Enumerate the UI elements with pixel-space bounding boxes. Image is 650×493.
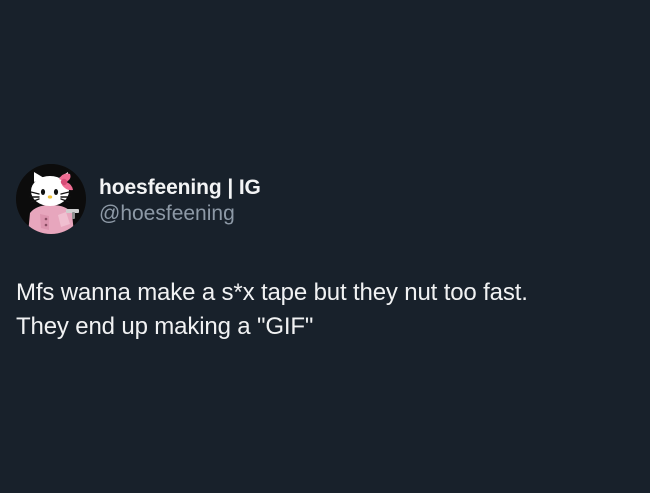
display-name[interactable]: hoesfeening | IG [99, 175, 261, 200]
tweet-text-line-1: Mfs wanna make a s*x tape but they nut t… [16, 279, 528, 306]
avatar[interactable] [16, 164, 86, 234]
author-text: hoesfeening | IG @hoesfeening [99, 175, 261, 226]
tweet-author-row[interactable]: hoesfeening | IG @hoesfeening [16, 164, 261, 234]
tweet-text: Mfs wanna make a s*x tape but they nut t… [16, 276, 626, 344]
hello-kitty-avatar-icon [16, 164, 86, 234]
user-handle[interactable]: @hoesfeening [99, 201, 261, 226]
tweet-text-line-2: They end up making a "GIF" [16, 313, 314, 340]
tweet-card: hoesfeening | IG @hoesfeening Mfs wanna … [0, 0, 650, 493]
